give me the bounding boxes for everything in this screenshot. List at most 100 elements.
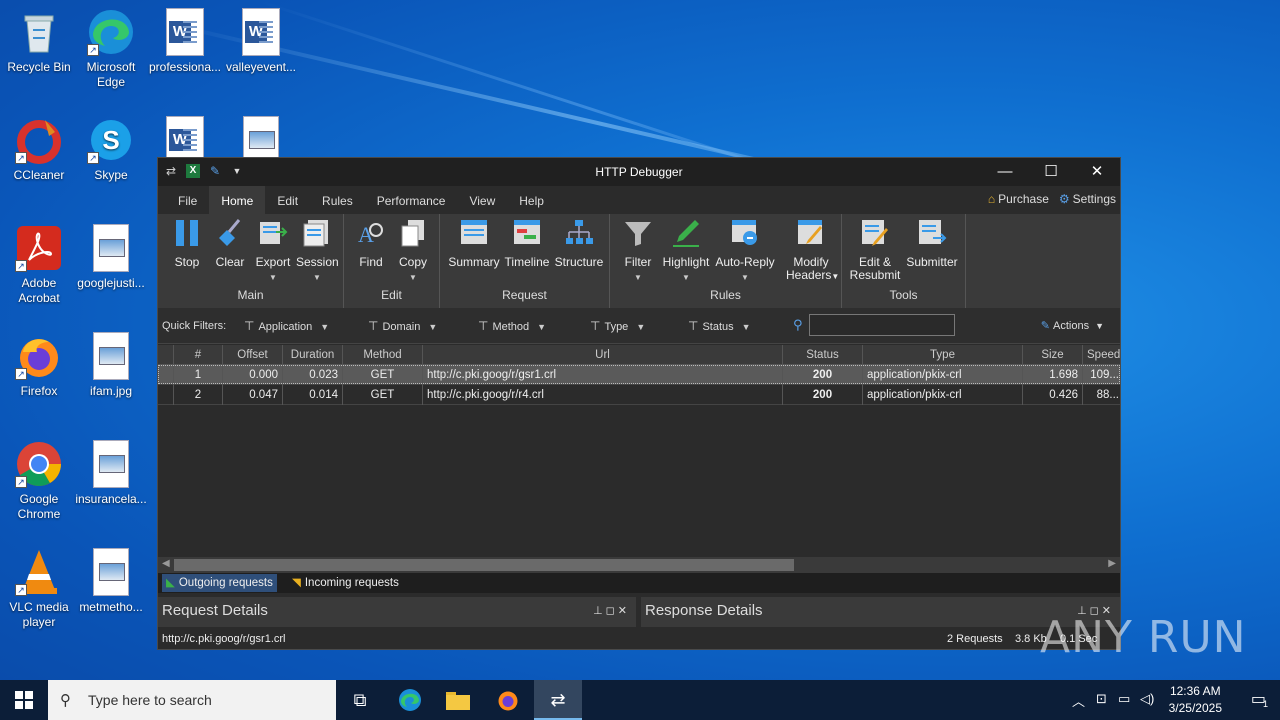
taskbar-clock[interactable]: 12:36 AM 3/25/2025 — [1169, 683, 1222, 717]
quick-filter-status[interactable]: ⊤ Status ▼ — [688, 319, 751, 333]
submitter-icon — [917, 218, 947, 248]
purchase-link[interactable]: ⌂ Purchase — [988, 192, 1049, 206]
quick-filter-search-input[interactable] — [809, 314, 955, 336]
desktop-icon-edge[interactable]: ↗ Microsoft Edge — [72, 8, 150, 90]
taskbar-firefox-icon[interactable] — [484, 680, 532, 720]
column-header-duration[interactable]: Duration — [283, 345, 343, 365]
desktop-icon-ifam[interactable]: ifam.jpg — [72, 332, 150, 399]
horizontal-scrollbar[interactable]: ◀ ▶ — [158, 557, 1120, 573]
tab-incoming-requests[interactable]: ◥ Incoming requests — [288, 574, 403, 592]
copy-button[interactable]: Copy ▼ — [396, 218, 430, 284]
quick-filter-domain[interactable]: ⊤ Domain ▼ — [368, 319, 437, 333]
column-header-status[interactable]: Status — [783, 345, 863, 365]
clear-button[interactable]: Clear — [214, 218, 246, 269]
scroll-left-icon[interactable]: ◀ — [162, 558, 170, 569]
menu-help[interactable]: Help — [507, 186, 556, 214]
table-row[interactable]: 2 0.047 0.014 GET http://c.pki.goog/r/r4… — [158, 385, 1120, 405]
scroll-right-icon[interactable]: ▶ — [1108, 558, 1116, 569]
dropdown-arrow-icon: ▼ — [269, 273, 277, 282]
desktop-icon-professiona[interactable]: professiona... — [146, 8, 224, 75]
start-button[interactable] — [0, 680, 48, 720]
volume-icon[interactable]: ◁) — [1140, 691, 1154, 707]
close-button[interactable]: ✕ — [1074, 158, 1120, 186]
notification-center-icon[interactable]: ▭ 1 — [1251, 689, 1268, 709]
desktop-icon-googlejusti[interactable]: googlejusti... — [72, 224, 150, 291]
desktop-icon-label: insurancela... — [75, 492, 147, 506]
filter-icon — [623, 218, 653, 248]
structure-button[interactable]: Structure — [552, 218, 606, 269]
edit-resubmit-button[interactable]: Edit & Resubmit — [848, 218, 902, 282]
timeline-button[interactable]: Timeline — [502, 218, 552, 269]
desktop-icon-firefox[interactable]: ↗ Firefox — [0, 332, 78, 399]
request-details-pane[interactable]: Request Details ⊥◻✕ — [158, 597, 636, 627]
highlight-button[interactable]: Highlight ▼ — [660, 218, 712, 284]
desktop-icon-vlc[interactable]: ↗ VLC media player — [0, 548, 78, 630]
taskbar-file-explorer-icon[interactable] — [434, 680, 482, 720]
task-view-icon[interactable]: ⧉ — [336, 680, 384, 720]
shortcut-arrow-icon: ↗ — [15, 476, 27, 488]
minimize-button[interactable]: — — [982, 158, 1028, 186]
menu-home[interactable]: Home — [209, 186, 266, 214]
actions-menu[interactable]: ✎ Actions ▼ — [1041, 319, 1104, 332]
shortcut-arrow-icon: ↗ — [15, 368, 27, 380]
session-icon — [302, 218, 332, 248]
ribbon-group-label: Rules — [710, 288, 741, 302]
menu-rules[interactable]: Rules — [310, 186, 365, 214]
shortcut-arrow-icon: ↗ — [15, 260, 27, 272]
tray-device-icon[interactable]: ⊡ — [1096, 691, 1107, 707]
desktop-icon-metmetho[interactable]: metmetho... — [72, 548, 150, 615]
cell-status: 200 — [783, 365, 863, 385]
desktop-icon-insurancela[interactable]: insurancela... — [72, 440, 150, 507]
quick-filter-application[interactable]: ⊤ Application ▼ — [244, 319, 329, 333]
auto-reply-button[interactable]: Auto-Reply ▼ — [714, 218, 776, 284]
find-button[interactable]: A Find — [356, 218, 386, 269]
scrollbar-thumb[interactable] — [174, 559, 794, 571]
taskbar-edge-icon[interactable] — [386, 680, 434, 720]
menu-file[interactable]: File — [166, 186, 209, 214]
session-button[interactable]: Session ▼ — [296, 218, 339, 284]
desktop-icon-skype[interactable]: S ↗ Skype — [72, 116, 150, 183]
desktop-icon-valleyevent[interactable]: valleyevent... — [222, 8, 300, 75]
ribbon-group-label: Edit — [381, 288, 402, 302]
quick-filter-method[interactable]: ⊤ Method ▼ — [478, 319, 546, 333]
tab-outgoing-requests[interactable]: ◣ Outgoing requests — [162, 574, 277, 592]
taskbar-http-debugger-icon[interactable]: ⇄ — [534, 680, 582, 720]
filter-button[interactable]: Filter ▼ — [620, 218, 656, 284]
maximize-button[interactable]: ☐ — [1028, 158, 1074, 186]
desktop-icon-chrome[interactable]: ↗ Google Chrome — [0, 440, 78, 522]
export-button[interactable]: Export ▼ — [254, 218, 292, 284]
column-header-speed[interactable]: Speed — [1083, 345, 1120, 365]
menu-edit[interactable]: Edit — [265, 186, 310, 214]
submitter-button[interactable]: Submitter — [904, 218, 960, 269]
modify-headers-button[interactable]: Modify Headers▼ — [786, 218, 839, 283]
menu-view[interactable]: View — [457, 186, 507, 214]
pane-controls[interactable]: ⊥◻✕ — [593, 597, 630, 625]
menu-performance[interactable]: Performance — [365, 186, 458, 214]
dropdown-arrow-icon: ▼ — [313, 273, 321, 282]
settings-link[interactable]: ⚙ Settings — [1059, 192, 1116, 206]
taskbar-search-box[interactable]: ⚲ Type here to search — [48, 680, 336, 720]
shortcut-arrow-icon: ↗ — [15, 584, 27, 596]
broom-icon — [215, 218, 245, 248]
desktop-icon-acrobat[interactable]: ↗ Adobe Acrobat — [0, 224, 78, 306]
column-header-url[interactable]: Url — [423, 345, 783, 365]
grid-header: # Offset Duration Method Url Status Type… — [158, 345, 1120, 365]
pause-icon — [172, 218, 202, 248]
column-header-method[interactable]: Method — [343, 345, 423, 365]
quick-filter-type[interactable]: ⊤ Type ▼ — [590, 319, 645, 333]
vlc-icon: ↗ — [15, 548, 63, 596]
status-bar: http://c.pki.goog/r/gsr1.crl 2 Requests … — [158, 629, 1120, 649]
column-header-num[interactable]: # — [174, 345, 223, 365]
column-header-offset[interactable]: Offset — [223, 345, 283, 365]
basket-icon: ⌂ — [987, 192, 996, 206]
column-header-size[interactable]: Size — [1023, 345, 1083, 365]
desktop-icon-ccleaner[interactable]: ↗ CCleaner — [0, 116, 78, 183]
skype-icon: S ↗ — [87, 116, 135, 164]
table-row[interactable]: 1 0.000 0.023 GET http://c.pki.goog/r/gs… — [158, 365, 1120, 385]
summary-button[interactable]: Summary — [448, 218, 500, 269]
column-header-type[interactable]: Type — [863, 345, 1023, 365]
network-icon[interactable]: ▭ — [1118, 691, 1130, 707]
stop-button[interactable]: Stop — [172, 218, 202, 269]
desktop-icon-recycle-bin[interactable]: Recycle Bin — [0, 8, 78, 75]
tray-overflow-chevron-icon[interactable]: ︿ — [1072, 691, 1085, 710]
